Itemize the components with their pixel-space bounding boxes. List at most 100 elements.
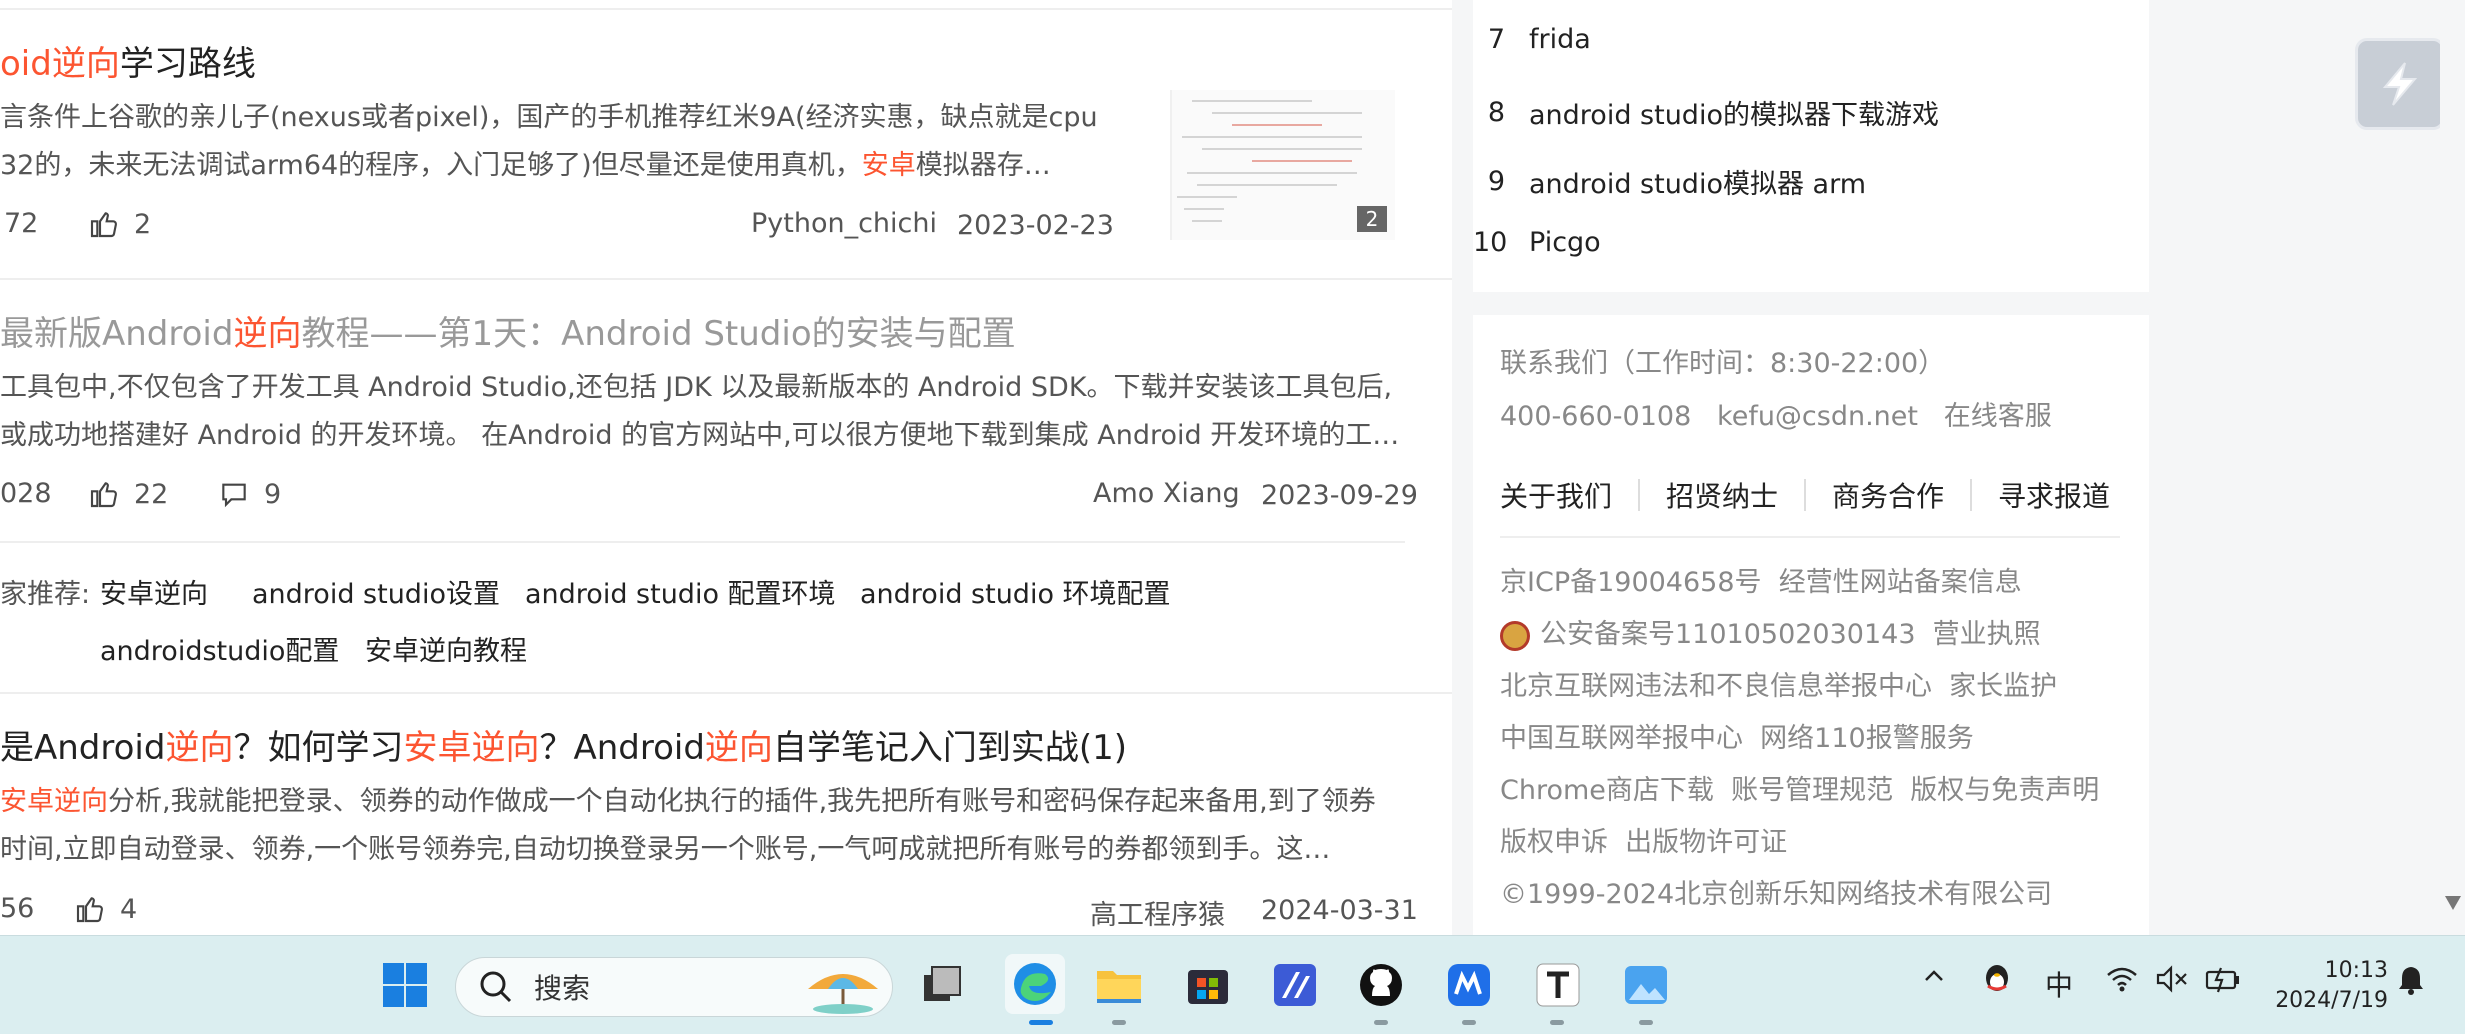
chrome-row: Chrome商店下载 账号管理规范 版权与免责声明	[1500, 768, 2099, 807]
email-link[interactable]: kefu@csdn.net	[1717, 401, 1918, 432]
license-link[interactable]: 营业执照	[1933, 619, 2041, 650]
hot-rank: 8	[1487, 97, 1505, 128]
view-count: 56	[0, 893, 34, 924]
ime-indicator[interactable]: 中	[2045, 964, 2073, 1004]
disclaimer-link[interactable]: 版权与免责声明	[1910, 775, 2099, 806]
hot-item[interactable]: 7 frida	[1473, 24, 1591, 55]
hot-rank: 10	[1473, 227, 1508, 258]
show-hidden-icons-button[interactable]	[1920, 962, 1948, 997]
related-label: 家推荐:	[0, 579, 91, 610]
related-tag[interactable]: androidstudio配置	[100, 629, 339, 668]
hot-text: android studio的模拟器下载游戏	[1529, 100, 1939, 131]
divider	[0, 692, 1452, 694]
tray-volume[interactable]	[2155, 964, 2189, 1001]
parent-guard-link[interactable]: 家长监护	[1949, 671, 2057, 702]
report-center-link[interactable]: 北京互联网违法和不良信息举报中心	[1500, 671, 1932, 702]
clock-time: 10:13	[2324, 958, 2388, 983]
scrollbar[interactable]	[2440, 0, 2465, 935]
hot-item[interactable]: 10 Picgo	[1473, 227, 1601, 258]
comment-button[interactable]: 9	[218, 478, 281, 510]
taskbar-search[interactable]: 搜索	[455, 957, 893, 1017]
title-highlight: 安卓逆向	[403, 728, 540, 768]
article-author[interactable]: Python_chichi	[751, 208, 937, 239]
hot-rank: 7	[1487, 24, 1505, 55]
article-date: 2023-02-23	[957, 210, 1114, 241]
running-indicator	[1639, 1020, 1653, 1025]
copyright: ©1999-2024北京创新乐知网络技术有限公司	[1500, 879, 2053, 910]
related-tag[interactable]: 安卓逆向教程	[365, 629, 527, 668]
store-icon	[1188, 970, 1228, 1004]
footer-link[interactable]: 寻求报道	[1998, 475, 2110, 515]
hot-item[interactable]: 8 android studio的模拟器下载游戏	[1473, 93, 1939, 132]
taskbar-github[interactable]	[1356, 960, 1406, 1010]
taskbar-photos[interactable]	[1621, 960, 1671, 1010]
police-record-link[interactable]: 公安备案号11010502030143	[1540, 619, 1916, 650]
desc-text: 模拟器存…	[915, 150, 1051, 181]
taskbar-explorer[interactable]	[1094, 960, 1144, 1010]
phone-number[interactable]: 400-660-0108	[1500, 401, 1691, 432]
taskbar-app-vs[interactable]	[1270, 960, 1320, 1010]
like-button[interactable]: 4	[74, 893, 137, 925]
comment-icon	[222, 483, 246, 508]
like-button[interactable]: 22	[88, 478, 168, 510]
taskbar: 搜索 中 10:13 2024/7/19	[0, 935, 2465, 1034]
running-indicator	[1550, 1020, 1564, 1025]
related-tag[interactable]: android studio 环境配置	[860, 572, 1171, 611]
related-tag[interactable]: android studio设置	[252, 572, 500, 611]
related-tag[interactable]: android studio 配置环境	[525, 572, 836, 611]
tray-qq[interactable]	[1980, 960, 2014, 1001]
footer-link[interactable]: 招贤纳士	[1666, 475, 1778, 515]
icp-info-link[interactable]: 经营性网站备案信息	[1779, 567, 2022, 598]
online-service-link[interactable]: 在线客服	[1944, 401, 2052, 432]
article-title[interactable]: 最新版Android逆向教程——第1天：Android Studio的安装与配置	[0, 312, 1016, 356]
publication-license-link[interactable]: 出版物许可证	[1625, 827, 1787, 858]
report-center-link[interactable]: 中国互联网举报中心	[1500, 723, 1743, 754]
bell-icon	[2399, 967, 2423, 995]
taskbar-typora[interactable]	[1533, 960, 1583, 1010]
clock-date: 2024/7/19	[2275, 988, 2388, 1013]
scroll-down-arrow-icon[interactable]	[2445, 896, 2461, 910]
article-list: oid逆向学习路线 言条件上谷歌的亲儿子(nexus或者pixel)，国产的手机…	[0, 0, 1452, 935]
account-rules-link[interactable]: 账号管理规范	[1731, 775, 1893, 806]
contact-row: 400-660-0108 kefu@csdn.net 在线客服	[1500, 394, 2052, 433]
chevron-up-icon	[1925, 970, 1943, 981]
icp-link[interactable]: 京ICP备19004658号	[1500, 567, 1762, 598]
app-m-icon	[1448, 964, 1490, 1006]
footer-link[interactable]: 商务合作	[1832, 475, 1944, 515]
related-tag[interactable]: 安卓逆向	[100, 572, 208, 611]
wifi-icon	[2107, 967, 2137, 992]
article-author[interactable]: 高工程序猿	[1090, 893, 1225, 932]
floating-tool-button[interactable]	[2355, 38, 2445, 130]
desc-text: 分析,我就能把登录、领券的动作做成一个自动化执行的插件,我先把所有账号和密码保存…	[108, 786, 1376, 817]
active-indicator	[1029, 1020, 1053, 1025]
site-footer: 联系我们（工作时间：8:30-22:00） 400-660-0108 kefu@…	[1473, 315, 2149, 935]
notification-button[interactable]	[2396, 964, 2426, 1003]
taskbar-app-m[interactable]	[1444, 960, 1494, 1010]
taskbar-store[interactable]	[1183, 960, 1233, 1010]
police-110-link[interactable]: 网络110报警服务	[1760, 723, 1974, 754]
hot-item[interactable]: 9 android studio模拟器 arm	[1473, 162, 1866, 201]
view-count-value: 56	[0, 893, 35, 924]
task-view-button[interactable]	[917, 960, 967, 1010]
system-clock[interactable]: 10:13 2024/7/19	[2268, 956, 2388, 1016]
photos-icon	[1625, 966, 1667, 1004]
desc-highlight: 安卓	[861, 150, 916, 181]
title-fragment: 学习路线	[119, 44, 256, 84]
view-count-value: 028	[0, 478, 52, 509]
article-author[interactable]: Amo Xiang	[1093, 478, 1240, 509]
article-date: 2023-09-29	[1261, 480, 1418, 511]
article-date: 2024-03-31	[1261, 895, 1418, 926]
article-thumbnail[interactable]: 2	[1170, 90, 1395, 240]
article-title[interactable]: 是Android逆向？如何学习安卓逆向？Android逆向自学笔记入门到实战(1…	[0, 726, 1127, 770]
tray-battery[interactable]	[2205, 964, 2241, 1001]
thumbs-up-icon	[76, 897, 103, 923]
search-icon	[480, 971, 512, 1003]
article-title[interactable]: oid逆向学习路线	[0, 42, 256, 86]
like-button[interactable]: 2	[88, 208, 151, 240]
chrome-store-link[interactable]: Chrome商店下载	[1500, 775, 1714, 806]
complaint-link[interactable]: 版权申诉	[1500, 827, 1608, 858]
tray-wifi[interactable]	[2105, 964, 2139, 1001]
taskbar-edge[interactable]	[1005, 954, 1065, 1014]
start-button[interactable]	[380, 960, 430, 1010]
footer-link[interactable]: 关于我们	[1500, 475, 1612, 515]
